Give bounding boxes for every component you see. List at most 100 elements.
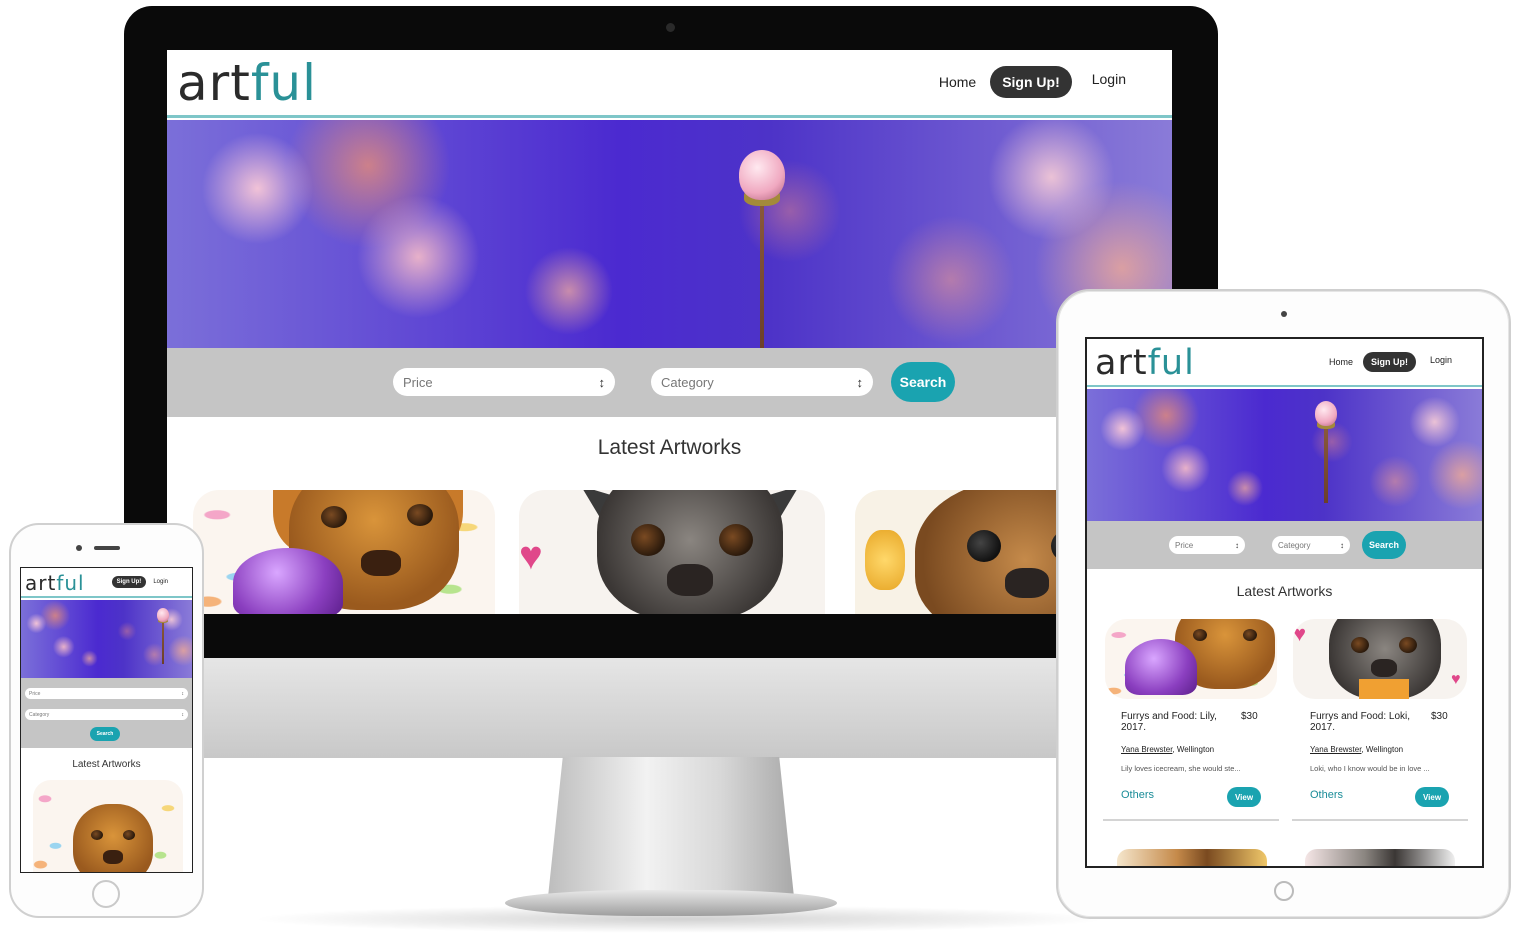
dog-nose (1005, 568, 1049, 598)
tablet-camera (1281, 311, 1287, 317)
price-select-label: Price (29, 690, 41, 697)
category-select-label: Category (29, 711, 50, 718)
view-button[interactable]: View (1227, 787, 1261, 807)
dog-eye (1243, 629, 1257, 641)
latest-artworks-heading: Latest Artworks (72, 759, 141, 770)
artwork-card-image[interactable] (1117, 849, 1267, 866)
site-logo[interactable]: artful (1095, 342, 1195, 384)
card-divider (1292, 819, 1468, 821)
price-select[interactable]: Price ↕ (393, 368, 615, 396)
price-select-label: Price (403, 374, 433, 390)
category-select[interactable]: Category ↕ (1272, 536, 1350, 554)
price-select-label: Price (1175, 540, 1194, 550)
nav-links: Sign Up! Login (111, 576, 168, 588)
monitor-chin (124, 658, 1218, 758)
navbar: artful Sign Up! Login (21, 568, 192, 598)
dog-nose (361, 550, 401, 576)
category-select-label: Category (1278, 540, 1311, 550)
nav-links: Home Sign Up! Login (1329, 352, 1452, 372)
nav-home-link[interactable]: Home (1329, 357, 1353, 367)
artwork-card-image[interactable] (1105, 619, 1277, 699)
magnolia-bud (739, 150, 785, 348)
others-link[interactable]: Others (1121, 789, 1154, 801)
nav-home-link[interactable]: Home (939, 74, 976, 90)
artist-link[interactable]: Yana Brewster (1121, 745, 1172, 754)
site-logo[interactable]: artful (25, 570, 85, 596)
artwork-title: Furrys and Food: Lily, 2017. (1121, 711, 1217, 733)
artwork-price: $30 (1241, 711, 1258, 722)
search-button[interactable]: Search (90, 727, 120, 741)
dog-nose (103, 850, 123, 864)
artist-location: , Wellington (1361, 745, 1404, 754)
site-logo[interactable]: artful (177, 53, 317, 113)
search-button[interactable]: Search (1362, 531, 1406, 559)
dog-eye (1399, 637, 1417, 653)
price-select[interactable]: Price ↕ (1169, 536, 1245, 554)
tablet-screen: artful Home Sign Up! Login Price ↕ Categ… (1085, 337, 1484, 868)
dog-eye (631, 524, 665, 556)
category-select[interactable]: Category ↕ (25, 709, 188, 720)
dog-eye (407, 504, 433, 526)
logo-text-art: art (1095, 343, 1148, 383)
monitor-camera (666, 23, 675, 32)
artwork-card-image[interactable]: ♥ ♥ (1293, 619, 1467, 699)
artwork-card-image[interactable] (1305, 849, 1455, 866)
search-button[interactable]: Search (891, 362, 955, 402)
search-bar: Price ↕ Category ↕ Search (1087, 521, 1482, 569)
dog-eye (1351, 637, 1369, 653)
artwork-card-image[interactable] (33, 780, 183, 872)
nav-links: Home Sign Up! Login (939, 66, 1126, 98)
dog-nose (1371, 659, 1397, 677)
artwork-card-image[interactable]: ♥ (519, 490, 825, 614)
updown-arrow-icon: ↕ (1235, 540, 1239, 550)
artist-link[interactable]: Yana Brewster (1310, 745, 1361, 754)
honey-drop (865, 530, 905, 590)
nav-login-link[interactable]: Login (1430, 355, 1452, 365)
artwork-description: Loki, who I know would be in love ... (1310, 764, 1430, 773)
icecream-swirl (233, 548, 343, 614)
icecream-swirl (1125, 639, 1197, 695)
logo-text-ful: ful (250, 54, 317, 112)
nav-signup-button[interactable]: Sign Up! (990, 66, 1072, 98)
others-link[interactable]: Others (1310, 789, 1343, 801)
category-select[interactable]: Category ↕ (651, 368, 873, 396)
dog-eye (967, 530, 1001, 562)
artwork-price: $30 (1431, 711, 1448, 722)
artwork-title: Furrys and Food: Loki, 2017. (1310, 711, 1411, 733)
dog-eye (91, 830, 103, 840)
hero-image (167, 120, 1172, 348)
dog-eye (321, 506, 347, 528)
artist-location: , Wellington (1172, 745, 1215, 754)
dog-eye (719, 524, 753, 556)
hero-image (21, 600, 192, 678)
updown-arrow-icon: ↕ (598, 374, 606, 390)
nav-login-link[interactable]: Login (153, 579, 168, 585)
updown-arrow-icon: ↕ (181, 711, 185, 718)
heart-icon: ♥ (1451, 671, 1461, 688)
price-select[interactable]: Price ↕ (25, 688, 188, 699)
heart-icon: ♥ (1293, 621, 1307, 646)
updown-arrow-icon: ↕ (181, 690, 185, 697)
phone-camera (76, 545, 82, 551)
artwork-description: Lily loves icecream, she would ste... (1121, 764, 1241, 773)
nav-signup-button[interactable]: Sign Up! (1362, 352, 1416, 372)
artwork-artist-line: Yana Brewster, Wellington (1310, 745, 1403, 754)
artwork-card-image[interactable] (193, 490, 495, 614)
view-button[interactable]: View (1415, 787, 1449, 807)
phone-home-button (92, 880, 120, 908)
search-bar: Price ↕ Category ↕ Search (21, 678, 192, 748)
card-divider (1103, 819, 1279, 821)
nav-signup-button[interactable]: Sign Up! (111, 576, 147, 588)
latest-artworks-heading: Latest Artworks (1236, 583, 1333, 599)
monitor-base (505, 890, 837, 916)
nav-login-link[interactable]: Login (1092, 71, 1126, 87)
heart-icon: ♥ (519, 534, 543, 578)
desktop-screen: artful Home Sign Up! Login Price ↕ Categ… (167, 50, 1172, 614)
navbar: artful Home Sign Up! Login (1087, 339, 1482, 387)
magnolia-bud (157, 608, 169, 665)
magnolia-bud (1315, 401, 1337, 503)
device-mockup-stage: artful Home Sign Up! Login Price ↕ Categ… (0, 0, 1520, 943)
dog-eye (123, 830, 135, 840)
phone-screen: artful Sign Up! Login Price ↕ Category ↕ (20, 567, 193, 873)
updown-arrow-icon: ↕ (1340, 540, 1344, 550)
